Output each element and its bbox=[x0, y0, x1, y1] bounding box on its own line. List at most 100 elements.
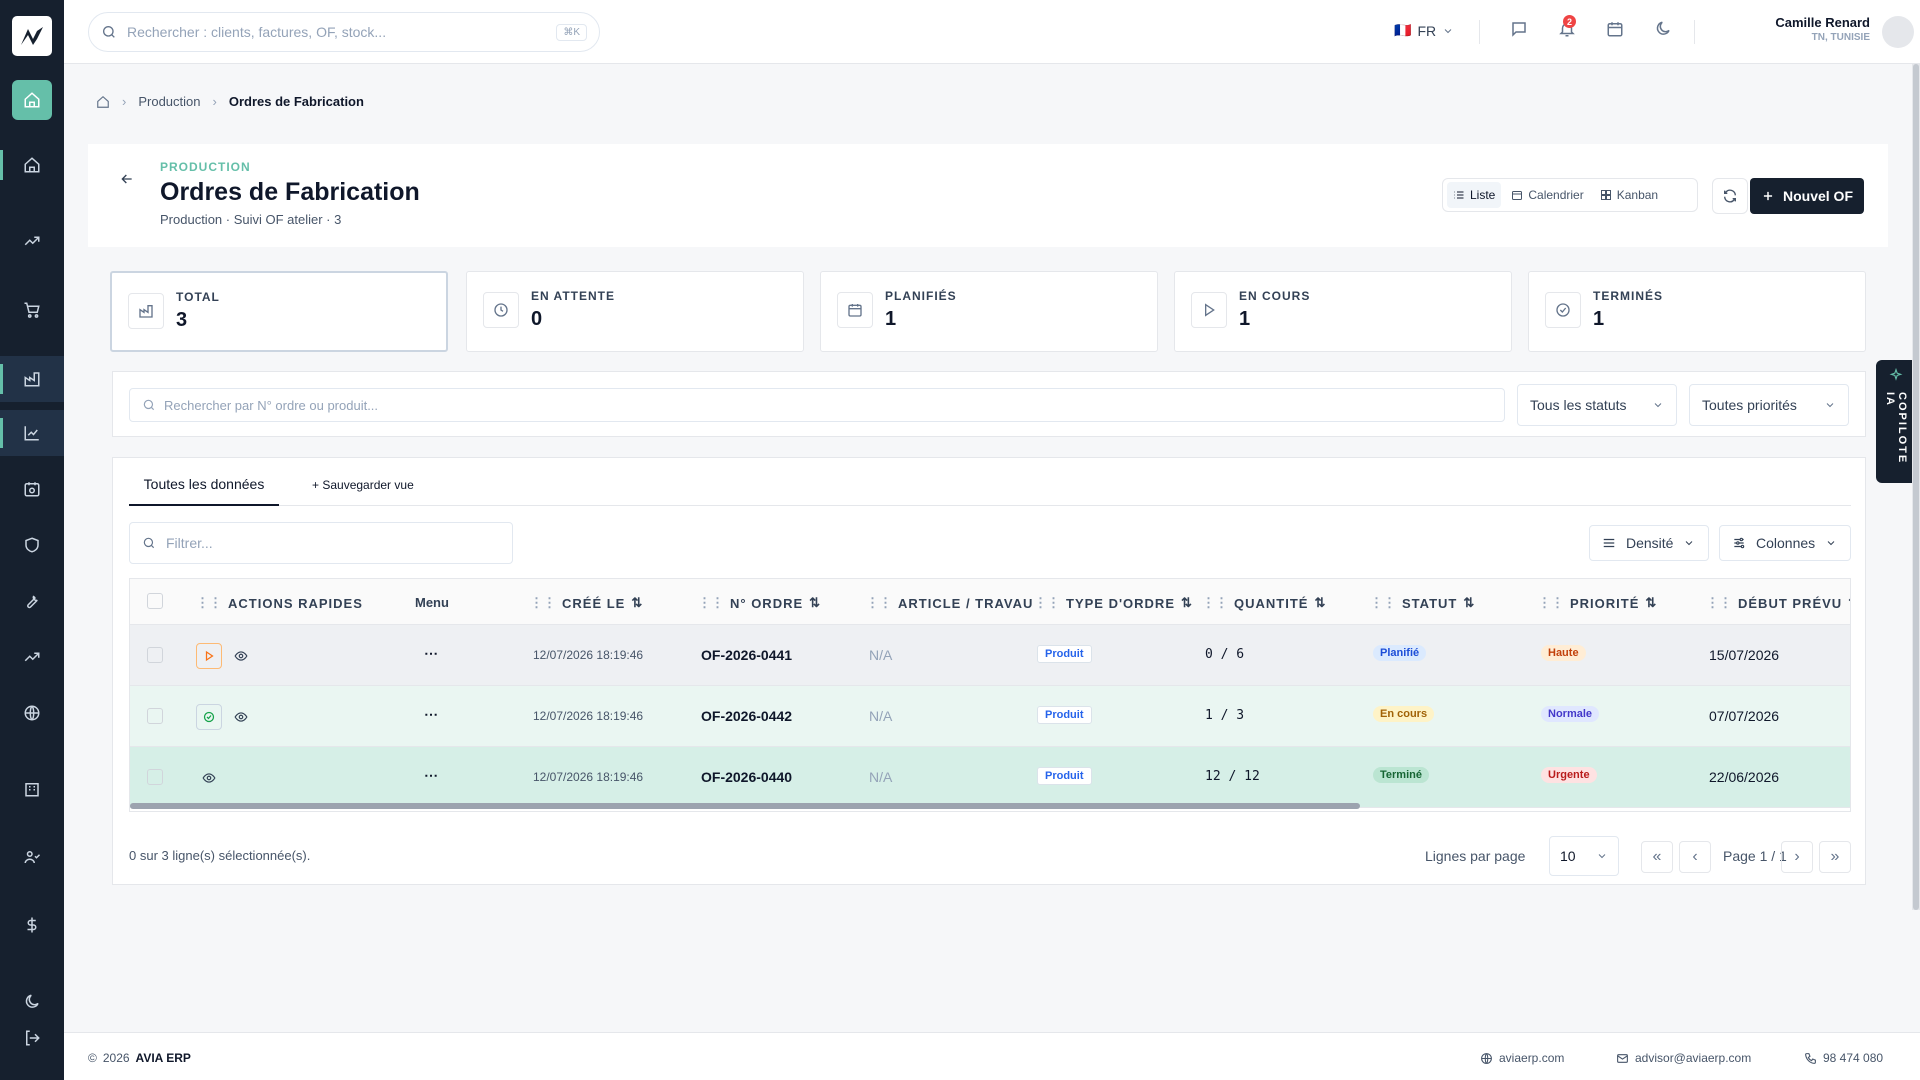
eye-icon bbox=[202, 773, 216, 783]
kpi-card-done[interactable]: TERMINÉS 1 bbox=[1528, 271, 1866, 352]
status-select[interactable]: Tous les statuts bbox=[1517, 384, 1677, 426]
order-no-cell[interactable]: OF-2026-0442 bbox=[701, 708, 792, 724]
view-kanban-button[interactable]: Kanban bbox=[1594, 182, 1664, 208]
check-circle-icon bbox=[203, 711, 215, 723]
sidebar-item-planning[interactable] bbox=[0, 466, 64, 512]
sidebar-item-maintenance[interactable] bbox=[0, 578, 64, 624]
home-icon[interactable] bbox=[96, 95, 110, 109]
select-all-checkbox[interactable] bbox=[147, 593, 163, 609]
created-cell: 12/07/2026 18:19:46 bbox=[533, 770, 644, 784]
calendar-icon bbox=[1607, 22, 1623, 37]
theme-toggle[interactable] bbox=[1654, 20, 1672, 38]
kpi-card-planned[interactable]: PLANIFIÉS 1 bbox=[820, 271, 1158, 352]
last-page-button[interactable]: » bbox=[1819, 841, 1851, 873]
view-button[interactable] bbox=[202, 771, 216, 785]
language-selector[interactable]: 🇫🇷 FR bbox=[1394, 22, 1454, 39]
page-header: PRODUCTION Ordres de Fabrication Product… bbox=[88, 144, 1888, 247]
copilot-tab[interactable]: COPILOTE IA bbox=[1876, 360, 1916, 483]
order-no-cell[interactable]: OF-2026-0441 bbox=[701, 647, 792, 663]
row-checkbox[interactable] bbox=[147, 647, 163, 663]
footer-phone-link[interactable]: 98 474 080 bbox=[1804, 1051, 1883, 1065]
col-type[interactable]: ⋮⋮ TYPE D'ORDRE ⇅ bbox=[1034, 595, 1193, 611]
messages-button[interactable] bbox=[1510, 20, 1528, 38]
table-row[interactable]: ⋯ 12/07/2026 18:19:46 OF-2026-0440 N/A P… bbox=[130, 747, 1850, 808]
col-type-label: TYPE D'ORDRE bbox=[1066, 595, 1175, 611]
col-article[interactable]: ⋮⋮ ARTICLE / TRAVAU bbox=[866, 595, 1033, 611]
sidebar-item-users[interactable] bbox=[0, 834, 64, 880]
row-checkbox[interactable] bbox=[147, 769, 163, 785]
table-row[interactable]: ⋯ 12/07/2026 18:19:46 OF-2026-0441 N/A P… bbox=[130, 625, 1850, 686]
rows-per-page-select[interactable]: 10 bbox=[1549, 836, 1619, 876]
prev-page-button[interactable]: ‹ bbox=[1679, 841, 1711, 873]
sidebar-home-shortcut[interactable] bbox=[12, 80, 52, 120]
density-label: Densité bbox=[1626, 535, 1674, 551]
kpi-card-pending[interactable]: EN ATTENTE 0 bbox=[466, 271, 804, 352]
view-calendar-button[interactable]: Calendrier bbox=[1505, 182, 1589, 208]
sort-icon: ⇅ bbox=[809, 595, 822, 610]
col-priority[interactable]: ⋮⋮ PRIORITÉ ⇅ bbox=[1538, 595, 1657, 611]
col-order-no[interactable]: ⋮⋮ N° ORDRE ⇅ bbox=[698, 595, 821, 611]
table-horizontal-scrollbar[interactable] bbox=[130, 803, 1360, 809]
table-filter-input[interactable]: Filtrer... bbox=[129, 522, 513, 564]
order-search-input[interactable]: Rechercher par N° ordre ou produit... bbox=[129, 388, 1505, 422]
col-created[interactable]: ⋮⋮ CRÉÉ LE ⇅ bbox=[530, 595, 643, 611]
sidebar-item-analytics[interactable] bbox=[0, 634, 64, 680]
row-checkbox[interactable] bbox=[147, 708, 163, 724]
sidebar-item-quality[interactable] bbox=[0, 522, 64, 568]
col-order-no-label: N° ORDRE bbox=[730, 595, 804, 611]
breadcrumb-separator-icon: › bbox=[122, 94, 127, 109]
density-button[interactable]: Densité bbox=[1589, 525, 1709, 561]
sidebar-item-manufacturing-orders[interactable] bbox=[0, 410, 64, 456]
col-start[interactable]: ⋮⋮DÉBUT PRÉVU⇅ bbox=[1706, 595, 1850, 611]
footer-email-link[interactable]: advisor@aviaerp.com bbox=[1616, 1051, 1751, 1065]
view-button[interactable] bbox=[234, 710, 248, 724]
col-status-label: STATUT bbox=[1402, 595, 1458, 611]
sidebar-item-network[interactable] bbox=[0, 690, 64, 736]
sidebar-item-purchases[interactable] bbox=[0, 287, 64, 333]
complete-button[interactable] bbox=[196, 704, 222, 730]
row-menu-button[interactable]: ⋯ bbox=[424, 767, 438, 784]
page-scrollbar[interactable] bbox=[1912, 64, 1920, 910]
col-actions[interactable]: ⋮⋮ ACTIONS RAPIDES bbox=[196, 595, 363, 611]
folder-icon bbox=[139, 305, 153, 318]
first-page-button[interactable]: « bbox=[1641, 841, 1673, 873]
view-list-button[interactable]: Liste bbox=[1447, 182, 1502, 208]
priority-select[interactable]: Toutes priorités bbox=[1689, 384, 1849, 426]
eye-icon bbox=[234, 712, 248, 722]
sidebar-item-company[interactable] bbox=[0, 766, 64, 812]
row-menu-button[interactable]: ⋯ bbox=[424, 706, 438, 723]
refresh-button[interactable] bbox=[1712, 178, 1748, 214]
next-page-button[interactable]: › bbox=[1781, 841, 1813, 873]
avatar[interactable] bbox=[1882, 16, 1914, 48]
breadcrumb-production[interactable]: Production bbox=[138, 94, 200, 109]
kpi-card-total[interactable]: TOTAL 3 bbox=[110, 271, 448, 352]
priority-badge: Haute bbox=[1541, 645, 1586, 661]
refresh-icon bbox=[1724, 189, 1736, 203]
play-icon bbox=[1205, 303, 1215, 317]
tab-all-data[interactable]: Toutes les données bbox=[129, 476, 279, 506]
sidebar-item-production[interactable] bbox=[0, 356, 64, 402]
table-panel: Toutes les données + Sauvegarder vue Fil… bbox=[112, 457, 1866, 885]
col-status[interactable]: ⋮⋮ STATUT ⇅ bbox=[1370, 595, 1475, 611]
save-view-button[interactable]: + Sauvegarder vue bbox=[312, 478, 414, 492]
sidebar-logout[interactable] bbox=[0, 1015, 64, 1061]
user-menu[interactable]: Camille Renard TN, TUNISIE bbox=[1714, 15, 1870, 43]
app-logo[interactable] bbox=[12, 16, 52, 56]
footer-site-link[interactable]: aviaerp.com bbox=[1480, 1051, 1564, 1065]
view-button[interactable] bbox=[234, 649, 248, 663]
sidebar-item-finance[interactable] bbox=[0, 902, 64, 948]
order-no-cell[interactable]: OF-2026-0440 bbox=[701, 769, 792, 785]
table-row[interactable]: ⋯ 12/07/2026 18:19:46 OF-2026-0442 N/A P… bbox=[130, 686, 1850, 747]
row-menu-button[interactable]: ⋯ bbox=[424, 645, 438, 662]
sidebar-item-sales[interactable] bbox=[0, 218, 64, 264]
status-select-value: Tous les statuts bbox=[1530, 397, 1627, 413]
kpi-card-in-progress[interactable]: EN COURS 1 bbox=[1174, 271, 1512, 352]
columns-button[interactable]: Colonnes bbox=[1719, 525, 1851, 561]
sidebar-item-dashboard[interactable] bbox=[0, 142, 64, 188]
calendar-button[interactable] bbox=[1606, 20, 1624, 38]
col-quantity[interactable]: ⋮⋮ QUANTITÉ ⇅ bbox=[1202, 595, 1326, 611]
back-button[interactable] bbox=[119, 171, 135, 187]
start-button[interactable] bbox=[196, 643, 222, 669]
global-search[interactable]: Rechercher : clients, factures, OF, stoc… bbox=[88, 12, 600, 52]
new-of-button[interactable]: Nouvel OF bbox=[1750, 178, 1864, 214]
